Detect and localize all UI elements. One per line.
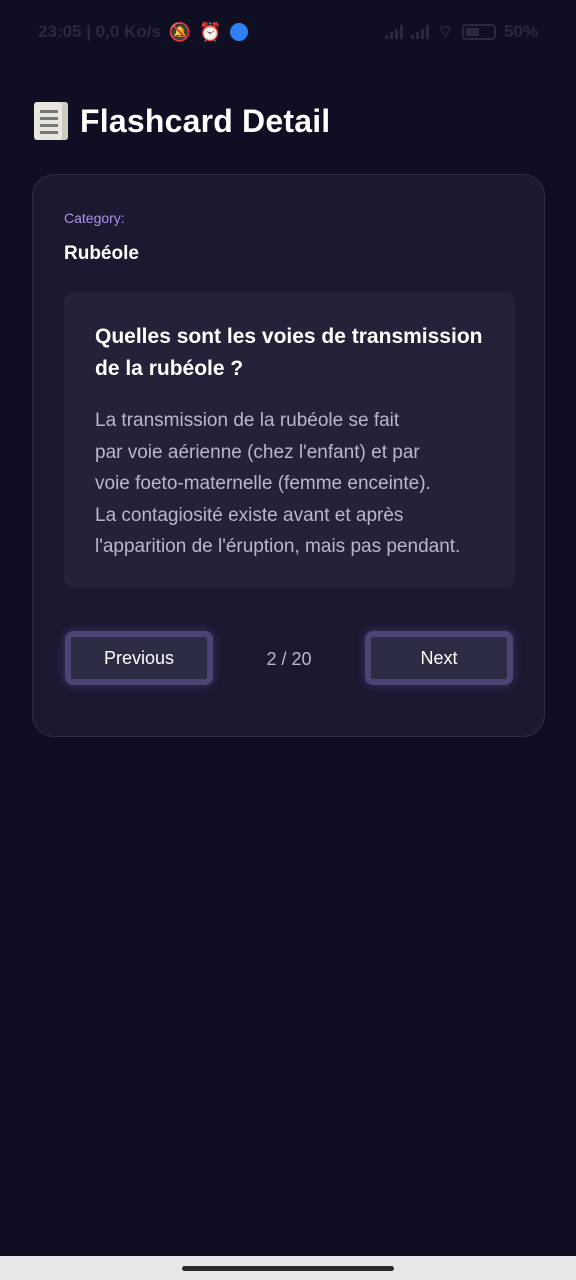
flashcard[interactable]: Quelles sont les voies de transmission d…: [64, 291, 515, 589]
page-header: Flashcard Detail: [34, 102, 330, 140]
status-time: 23:05 | 0,0 Ko/s: [38, 22, 161, 41]
app-notification-icon: [229, 23, 248, 41]
wifi-icon: ⌔: [437, 21, 454, 42]
flashcard-question: Quelles sont les voies de transmission d…: [95, 325, 483, 380]
home-gesture-handle[interactable]: [182, 1266, 394, 1271]
battery-percent: 50%: [503, 22, 538, 41]
notifications-muted-icon: 🔕: [168, 21, 192, 42]
category-label: Category:: [64, 210, 125, 226]
flashcard-answer: La transmission de la rubéole se fait pa…: [95, 410, 461, 557]
battery-icon: [461, 24, 496, 40]
alarm-icon: ⏰: [199, 21, 222, 42]
flashcard-container: Category: Rubéole Quelles sont les voies…: [32, 174, 545, 737]
page-title: Flashcard Detail: [80, 102, 331, 139]
signal-icon: [385, 25, 404, 39]
receipt-icon: [34, 102, 68, 140]
category-value: Rubéole: [64, 243, 139, 264]
system-navigation-bar: [0, 1256, 576, 1280]
card-counter: 2 / 20: [266, 649, 312, 669]
next-button[interactable]: Next: [365, 631, 513, 685]
previous-button[interactable]: Previous: [65, 631, 213, 685]
status-bar: 23:05 | 0,0 Ko/s 🔕 ⏰ ⌔ 50%: [0, 0, 576, 64]
signal-icon: [411, 25, 430, 39]
